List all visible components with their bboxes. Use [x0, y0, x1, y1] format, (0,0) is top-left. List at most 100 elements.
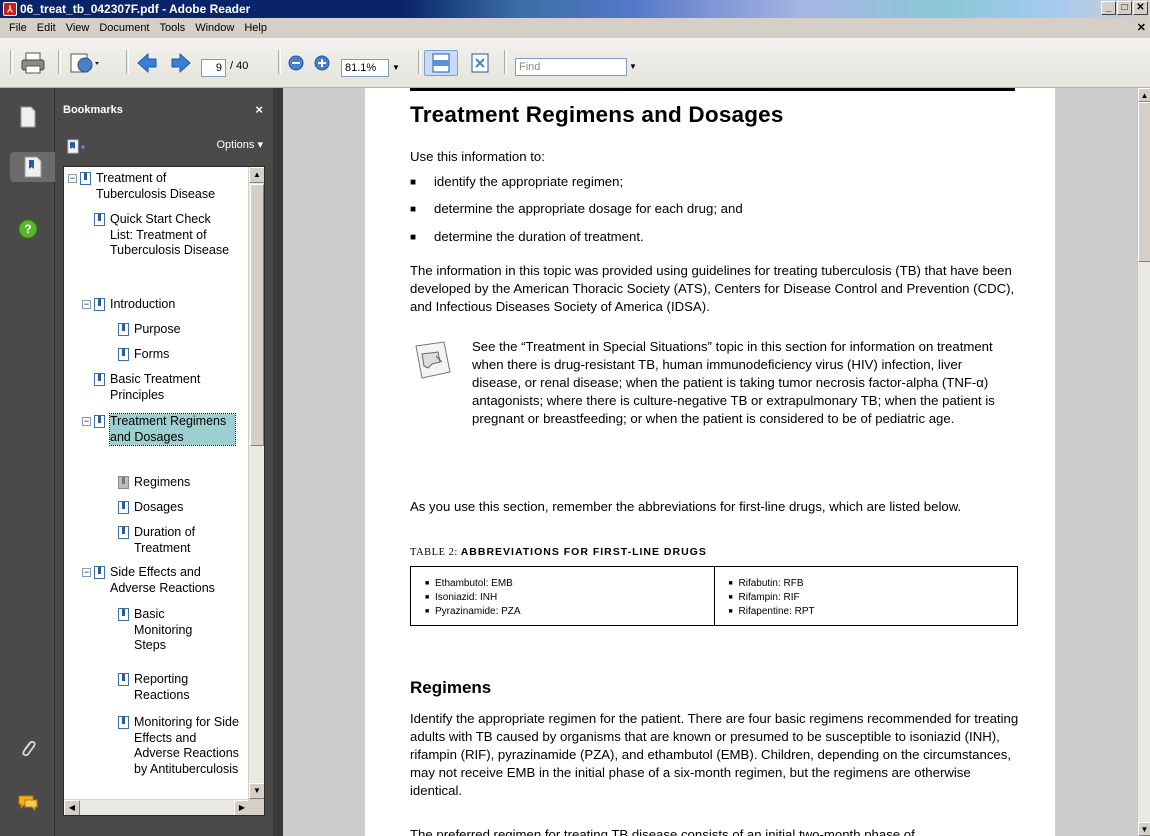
collapse-icon[interactable]: −	[82, 417, 91, 426]
bookmarks-title: Bookmarks	[63, 104, 123, 116]
bookmark-icon	[118, 348, 129, 361]
bookmark-label: Basic Monitoring Steps	[134, 607, 193, 652]
zoom-dropdown-icon[interactable]: ▼	[390, 59, 402, 77]
bookmark-icon	[94, 213, 105, 226]
zoom-level-input[interactable]: 81.1%	[341, 59, 389, 77]
pages-icon[interactable]	[12, 102, 44, 132]
document-close-icon[interactable]: ✕	[1137, 21, 1146, 34]
table-column-left: ■ Ethambutol: EMB ■ Isoniazid: INH ■ Pyrazi…	[411, 567, 714, 625]
bookmark-reporting[interactable]: Reporting Reactions	[118, 672, 243, 703]
bullet-item: ■ identify the appropriate regimen;	[410, 174, 623, 191]
bookmark-icon	[118, 716, 129, 729]
bookmarks-close-button[interactable]: ×	[255, 102, 263, 117]
scroll-up-icon[interactable]: ▲	[249, 167, 264, 183]
zoom-out-icon[interactable]	[286, 50, 306, 76]
document-scroll-thumb[interactable]	[1138, 102, 1150, 262]
scroll-thumb[interactable]	[250, 184, 264, 446]
bookmark-forms[interactable]: Forms	[118, 347, 238, 363]
bookmark-side-effects[interactable]: − Side Effects and Adverse Reactions	[82, 565, 247, 596]
bookmark-icon	[118, 501, 129, 514]
bookmark-basic-monitoring[interactable]: Basic Monitoring Steps	[118, 607, 243, 654]
table-cell: ■ Ethambutol: EMB	[425, 578, 513, 589]
bookmark-quick-start[interactable]: Quick Start Check List: Treatment of Tub…	[94, 212, 244, 259]
bullet-square-icon: ■	[410, 232, 417, 243]
panel-splitter[interactable]	[273, 88, 283, 836]
bookmark-icon	[118, 673, 129, 686]
bookmark-basic-treatment[interactable]: Basic Treatment Principles	[94, 372, 244, 403]
bookmark-duration[interactable]: Duration of Treatment	[118, 525, 243, 556]
bookmark-dosages[interactable]: Dosages	[118, 500, 238, 516]
menu-file[interactable]: File	[4, 22, 32, 34]
collapse-icon[interactable]: −	[82, 568, 91, 577]
find-input[interactable]: Find	[515, 58, 627, 76]
table-number: TABLE 2:	[410, 547, 458, 558]
zoom-in-icon[interactable]	[312, 50, 332, 76]
collapse-icon[interactable]: −	[68, 174, 77, 183]
toolbar-separator	[278, 50, 281, 74]
document-view: Treatment Regimens and Dosages Use this …	[283, 88, 1137, 836]
close-button[interactable]: ✕	[1133, 1, 1148, 15]
scroll-down-icon[interactable]: ▼	[1138, 822, 1150, 836]
bookmarks-vertical-scrollbar[interactable]: ▲ ▼	[248, 167, 264, 799]
preferred-regimen-paragraph: The preferred regimen for treating TB di…	[410, 827, 915, 836]
toolbar-separator	[58, 50, 61, 74]
scroll-down-icon[interactable]: ▼	[249, 783, 264, 799]
bookmark-label: Purpose	[134, 322, 181, 336]
new-bookmark-icon[interactable]	[67, 139, 89, 155]
minimize-button[interactable]: _	[1101, 1, 1116, 15]
bookmark-purpose[interactable]: Purpose	[118, 322, 238, 338]
scroll-up-icon[interactable]: ▲	[1138, 88, 1150, 102]
abbreviations-table: ■ Ethambutol: EMB ■ Isoniazid: INH ■ Pyrazi…	[410, 566, 1018, 626]
collaborate-icon[interactable]	[66, 50, 106, 76]
bookmark-treatment-regimens[interactable]: − Treatment Regimens and Dosages	[82, 413, 247, 446]
menu-document[interactable]: Document	[94, 22, 154, 34]
scroll-left-icon[interactable]: ◀	[64, 800, 80, 815]
comments-icon[interactable]	[12, 788, 44, 818]
menu-help[interactable]: Help	[239, 22, 272, 34]
help-icon[interactable]: ?	[12, 214, 44, 244]
print-icon[interactable]	[18, 50, 48, 76]
menu-edit[interactable]: Edit	[32, 22, 61, 34]
toolbar-separator	[418, 50, 421, 74]
toolbar: 9 / 40 81.1% ▼ Find ▼	[0, 38, 1150, 88]
bookmarks-options-menu[interactable]: Options ▾	[217, 138, 264, 151]
intro-text: Use this information to:	[410, 149, 545, 164]
title-bar: ⅄ 06_treat_tb_042307F.pdf - Adobe Reader…	[0, 0, 1150, 18]
find-dropdown-icon[interactable]: ▼	[627, 58, 639, 76]
pdf-page: Treatment Regimens and Dosages Use this …	[365, 88, 1055, 836]
bookmarks-horizontal-scrollbar[interactable]: ◀ ▶	[64, 799, 250, 815]
bullet-square-icon: ■	[410, 177, 417, 188]
bookmark-label: Introduction	[110, 297, 176, 311]
toolbar-separator	[504, 50, 507, 74]
bookmark-icon	[94, 566, 105, 579]
bookmark-icon	[118, 608, 129, 621]
bookmark-introduction[interactable]: − Introduction	[82, 297, 242, 313]
bookmark-label-selected: Treatment Regimens and Dosages	[109, 413, 236, 446]
restore-button[interactable]: □	[1117, 1, 1132, 15]
fit-width-icon[interactable]	[424, 50, 458, 76]
header-rule	[410, 88, 1015, 91]
page-number-input[interactable]: 9	[201, 59, 226, 77]
menu-view[interactable]: View	[61, 22, 95, 34]
page-heading: Treatment Regimens and Dosages	[410, 102, 784, 127]
bullet-square-icon: ■	[410, 204, 417, 215]
menu-window[interactable]: Window	[190, 22, 239, 34]
table-cell: ■ Pyrazinamide: PZA	[425, 606, 521, 617]
collapse-icon[interactable]: −	[82, 300, 91, 309]
toolbar-grip	[10, 50, 13, 74]
adobe-reader-icon: ⅄	[3, 2, 17, 16]
bookmark-regimens[interactable]: Regimens	[118, 475, 238, 491]
bookmark-monitoring-side-effects[interactable]: Monitoring for Side Effects and Adverse …	[118, 715, 248, 777]
page-total: / 40	[230, 60, 249, 72]
attachments-paperclip-icon[interactable]	[12, 734, 44, 764]
bookmarks-tab-icon[interactable]	[10, 152, 56, 182]
previous-page-icon[interactable]	[134, 50, 160, 76]
bookmark-treatment-of-tb[interactable]: − Treatment of Tuberculosis Disease	[68, 171, 248, 202]
fit-page-icon[interactable]	[466, 50, 494, 76]
next-page-icon[interactable]	[168, 50, 194, 76]
document-vertical-scrollbar[interactable]: ▲ ▼	[1137, 88, 1150, 836]
bookmark-label: Dosages	[134, 500, 184, 514]
menu-tools[interactable]: Tools	[155, 22, 191, 34]
section-heading: Regimens	[410, 678, 492, 697]
table-caption: TABLE 2: ABBREVIATIONS FOR FIRST-LINE DR…	[410, 546, 707, 558]
